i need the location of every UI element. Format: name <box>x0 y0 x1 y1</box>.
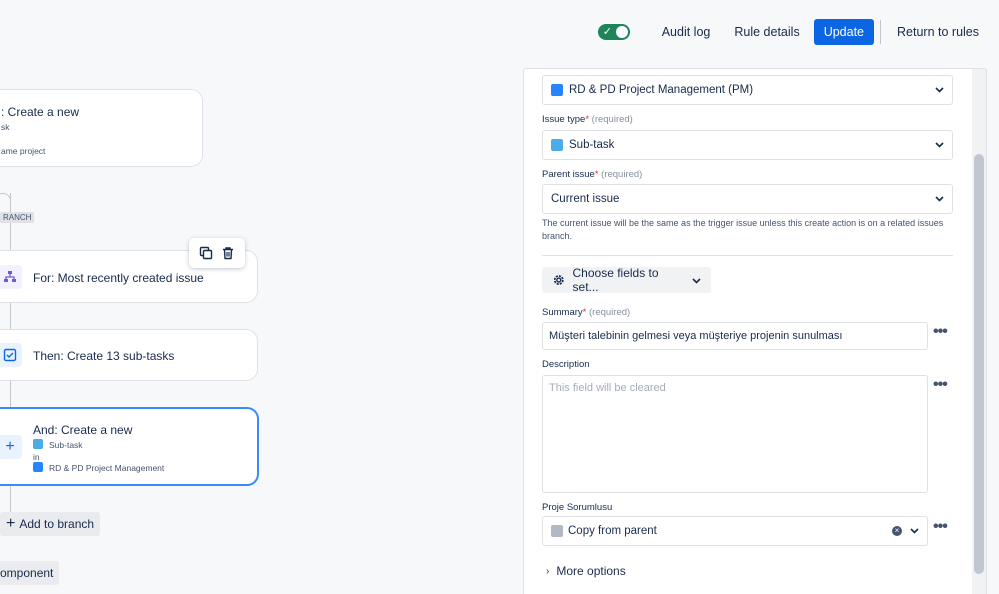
required-asterisk: * <box>582 307 587 318</box>
chevron-down-icon <box>934 87 944 93</box>
branch-tag: RANCH <box>0 212 35 223</box>
description-label: Description <box>542 359 590 370</box>
subtask-type-icon <box>33 439 43 449</box>
more-options-toggle[interactable]: › More options <box>546 564 626 578</box>
plus-icon: + <box>5 438 15 455</box>
choose-fields-button[interactable]: Choose fields to set... <box>542 266 711 294</box>
top-toolbar: ✓ Audit log Rule details Update Return t… <box>597 17 999 47</box>
proje-sorumlusu-label: Proje Sorumlusu <box>542 502 613 513</box>
issue-type-value: Sub-task <box>569 139 615 151</box>
project-avatar-icon <box>33 462 43 472</box>
choose-fields-label: Choose fields to set... <box>572 266 659 294</box>
toolbar-divider <box>880 20 882 44</box>
card-title: : Create a new <box>1 105 80 119</box>
parent-issue-value: Current issue <box>551 193 620 205</box>
card-issue-type: Sub-task <box>49 440 83 450</box>
field-label: Parent issue <box>542 169 595 180</box>
summary-input[interactable]: Müşteri talebinin gelmesi veya müşteriye… <box>542 322 928 350</box>
branch-icon <box>4 271 16 282</box>
plus-icon: + <box>6 515 16 532</box>
gear-icon <box>553 275 564 285</box>
update-button[interactable]: Update <box>813 19 875 45</box>
chevron-right-icon: › <box>546 565 550 577</box>
branch-icon-box <box>0 265 22 289</box>
checklist-icon <box>3 348 17 362</box>
add-component-button[interactable]: omponent <box>0 561 60 585</box>
rule-enabled-toggle[interactable]: ✓ <box>597 24 630 40</box>
description-textarea[interactable]: This field will be cleared <box>542 375 928 493</box>
subtask-icon-box <box>0 343 22 367</box>
create-issue-card[interactable]: : Create a new sk ame project <box>0 89 203 167</box>
required-text: (required) <box>601 169 643 180</box>
connector-line <box>10 303 11 329</box>
connector-line <box>10 486 11 512</box>
proje-more-icon[interactable]: ••• <box>933 518 948 536</box>
trash-icon[interactable] <box>221 246 235 260</box>
return-to-rules-button[interactable]: Return to rules <box>887 19 989 45</box>
toggle-knob <box>615 26 628 38</box>
clear-icon[interactable]: × <box>892 526 902 536</box>
required-text: (required) <box>591 114 633 125</box>
connector-line <box>10 381 11 407</box>
plus-icon-box: + <box>0 435 22 459</box>
chevron-down-icon <box>934 196 944 202</box>
card-title: For: Most recently created issue <box>33 271 204 285</box>
proje-sorumlusu-select[interactable]: Copy from parent × <box>542 516 928 546</box>
more-options-label: More options <box>556 564 626 578</box>
required-asterisk: * <box>594 169 599 180</box>
field-label: Summary <box>542 307 583 318</box>
rule-details-button[interactable]: Rule details <box>724 19 809 45</box>
chevron-down-icon <box>934 142 944 148</box>
add-to-branch-button[interactable]: + Add to branch <box>0 512 101 536</box>
proje-sorumlusu-value: Copy from parent <box>568 525 657 537</box>
action-config-panel: RD & PD Project Management (PM) Issue ty… <box>523 68 987 594</box>
summary-value: Müşteri talebinin gelmesi veya müşteriye… <box>549 330 843 342</box>
required-asterisk: * <box>585 114 590 125</box>
check-icon: ✓ <box>602 26 612 38</box>
project-select[interactable]: RD & PD Project Management (PM) <box>542 75 953 105</box>
description-more-icon[interactable]: ••• <box>933 376 948 394</box>
summary-label: Summary* (required) <box>542 307 630 318</box>
parent-issue-help: The current issue will be the same as th… <box>542 218 944 241</box>
add-to-branch-label: Add to branch <box>19 517 95 531</box>
copy-icon[interactable] <box>199 246 213 260</box>
card-project: RD & PD Project Management <box>49 463 165 473</box>
parent-issue-select[interactable]: Current issue <box>542 184 953 214</box>
create-new-issue-card-selected[interactable]: + And: Create a new Sub-task in RD & PD … <box>0 407 259 486</box>
issue-type-select[interactable]: Sub-task <box>542 130 953 160</box>
card-title: And: Create a new <box>33 423 133 437</box>
card-subtext: sk <box>1 122 10 132</box>
card-actions-bar <box>189 238 245 268</box>
user-avatar-icon <box>551 525 563 537</box>
card-subtext: ame project <box>1 146 46 156</box>
scroll-thumb[interactable] <box>974 154 984 574</box>
summary-more-icon[interactable]: ••• <box>933 323 948 341</box>
audit-log-button[interactable]: Audit log <box>652 19 721 45</box>
chevron-down-icon <box>692 273 701 287</box>
chevron-down-icon[interactable] <box>910 525 919 537</box>
create-subtasks-card[interactable]: Then: Create 13 sub-tasks <box>0 329 258 381</box>
section-divider <box>542 255 953 256</box>
issue-type-label: Issue type* (required) <box>542 114 633 125</box>
required-text: (required) <box>589 307 631 318</box>
card-in-label: in <box>33 452 40 462</box>
field-label: Issue type <box>542 114 586 125</box>
subtask-type-icon <box>551 139 563 151</box>
card-title: Then: Create 13 sub-tasks <box>33 349 175 363</box>
parent-issue-label: Parent issue* (required) <box>542 169 642 180</box>
project-value: RD & PD Project Management (PM) <box>569 84 754 96</box>
panel-scrollbar[interactable] <box>972 69 986 594</box>
project-avatar-icon <box>551 84 563 96</box>
